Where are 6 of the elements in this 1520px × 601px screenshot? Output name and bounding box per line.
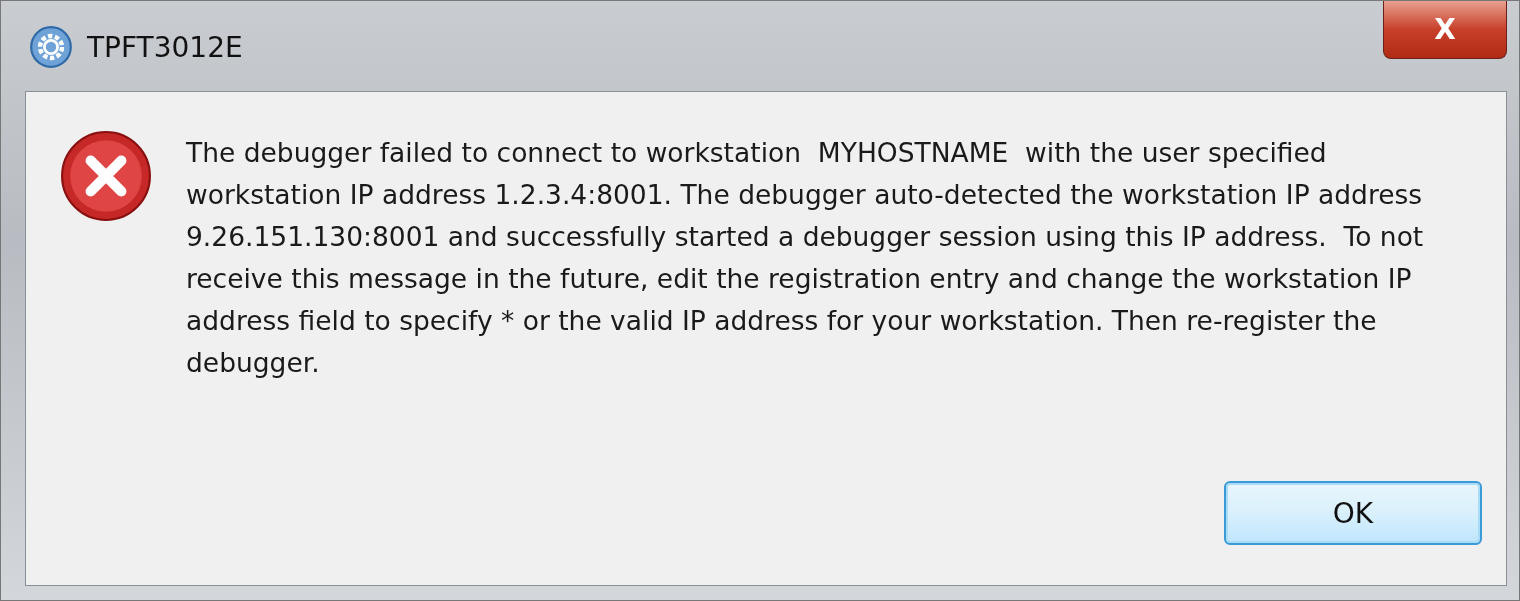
error-icon	[60, 130, 152, 222]
window-title: TPFT3012E	[87, 31, 243, 64]
error-message: The debugger failed to connect to workstation MYHOSTNAME with the user specified workstation IP address 1.2.3.4:8001. The debugger auto-detected the workstation IP address 9.26.151.130:8001 and successfully started a debugger session using this IP address. To not receive this message in the future, edit the registration entry and change the workstation IP address field to specify * or the valid IP address for your workstation. Then re-register the debugger.	[186, 136, 1425, 380]
close-button[interactable]: X	[1383, 1, 1507, 59]
ok-button[interactable]: OK	[1224, 481, 1482, 545]
gear-icon	[29, 25, 73, 69]
